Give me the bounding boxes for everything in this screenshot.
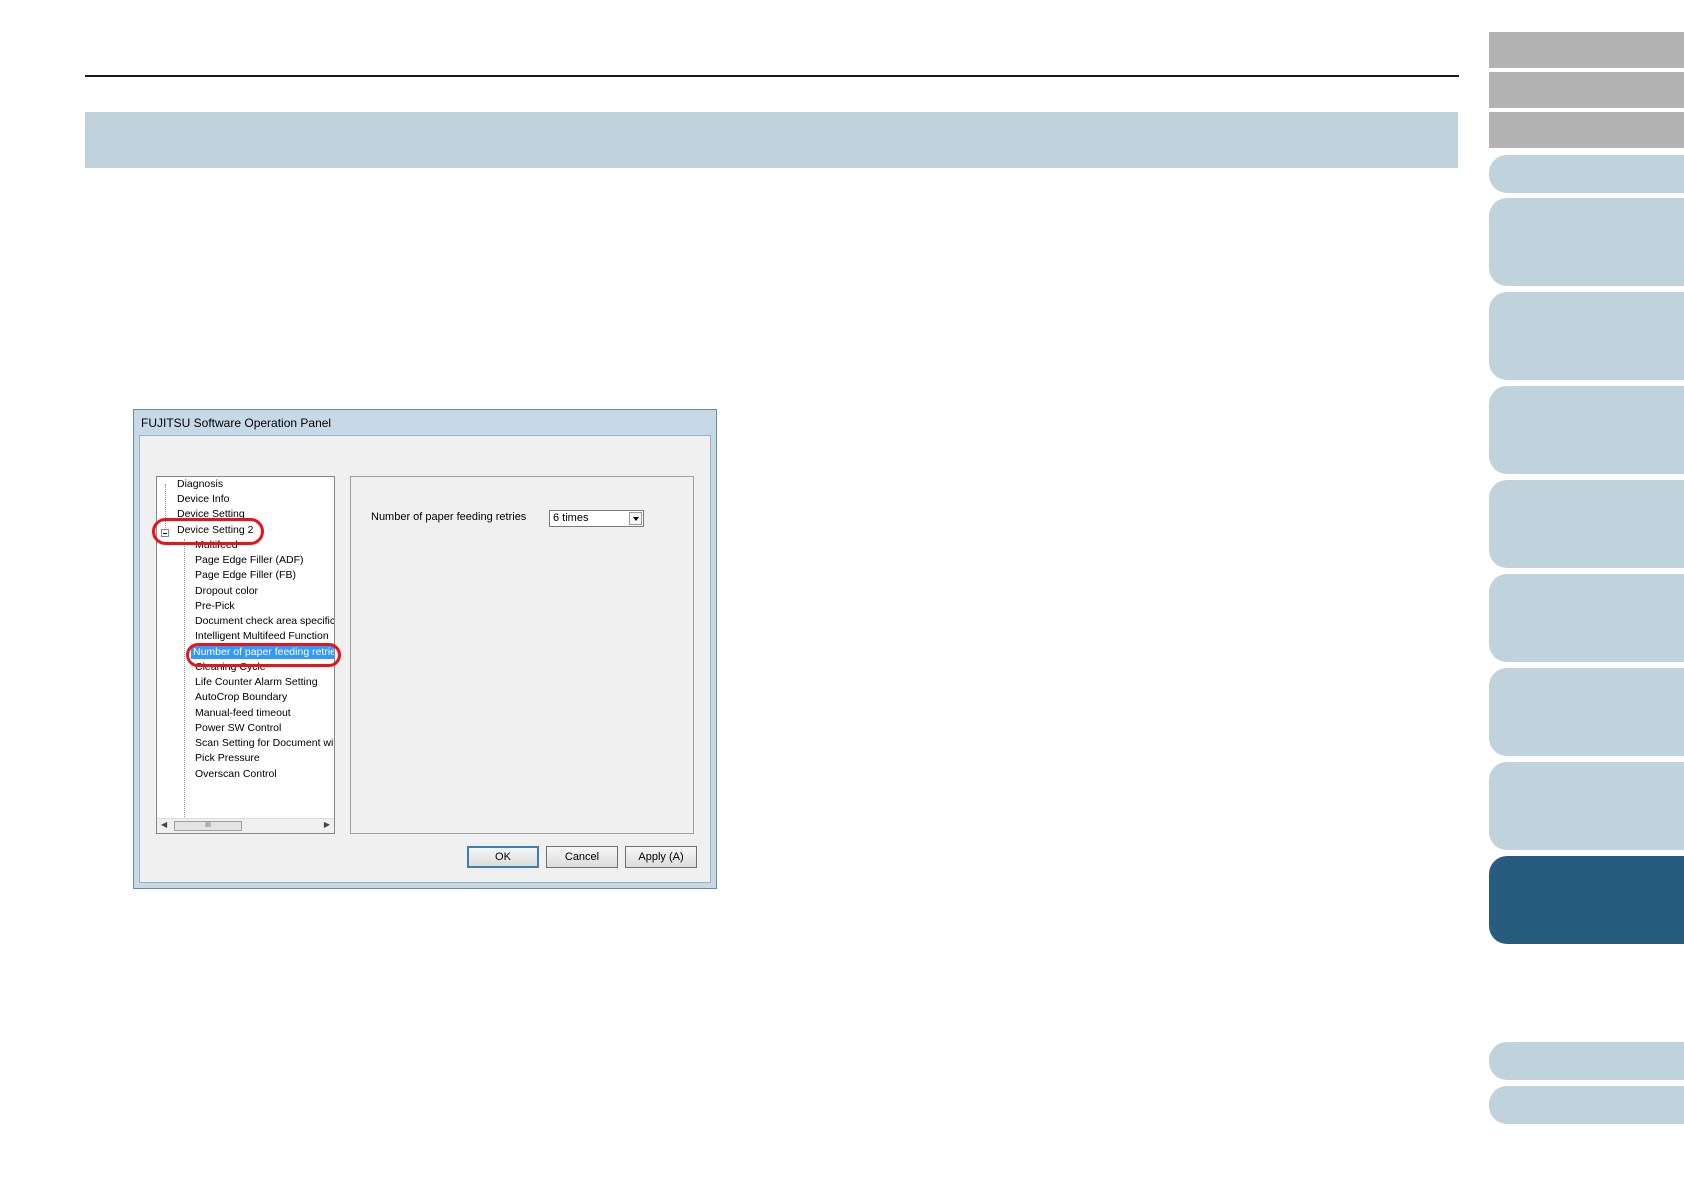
nav-tab-2[interactable] [1489, 198, 1684, 286]
nav-tab-active[interactable] [1489, 856, 1684, 944]
tree-connector [184, 539, 185, 827]
scroll-left-icon[interactable]: ◀ [161, 820, 167, 829]
nav-tab-8[interactable] [1489, 762, 1684, 850]
nav-tab-3[interactable] [1489, 292, 1684, 380]
tree-item-diagnosis[interactable]: Diagnosis [175, 477, 225, 491]
nav-tab-7[interactable] [1489, 668, 1684, 756]
highlight-ring-device-setting-2 [152, 518, 264, 545]
dialog-title: FUJITSU Software Operation Panel [141, 416, 332, 430]
retries-label: Number of paper feeding retries [371, 511, 527, 523]
tree-item-overscan-control[interactable]: Overscan Control [193, 767, 279, 781]
nav-tab-top-2[interactable] [1489, 72, 1684, 108]
nav-tab-bottom-2[interactable] [1489, 1086, 1684, 1124]
ok-button[interactable]: OK [467, 846, 539, 868]
tree-item-manual-feed-timeout[interactable]: Manual-feed timeout [193, 706, 293, 720]
scroll-right-icon[interactable]: ▶ [324, 820, 330, 829]
nav-tab-1[interactable] [1489, 155, 1684, 193]
nav-tab-4[interactable] [1489, 386, 1684, 474]
chevron-down-icon[interactable] [629, 512, 642, 525]
highlight-ring-paper-feeding-retries [186, 643, 341, 667]
tree-item-scan-setting[interactable]: Scan Setting for Document wit [193, 736, 334, 750]
section-title-band [85, 112, 1458, 168]
tree-item-document-check-area[interactable]: Document check area specific [193, 614, 334, 628]
tree-item-intelligent-multifeed[interactable]: Intelligent Multifeed Function [193, 629, 331, 643]
apply-button[interactable]: Apply (A) [625, 846, 697, 868]
tree-item-page-edge-filler-fb[interactable]: Page Edge Filler (FB) [193, 568, 298, 582]
tree-item-dropout-color[interactable]: Dropout color [193, 584, 260, 598]
tree-item-page-edge-filler-adf[interactable]: Page Edge Filler (ADF) [193, 553, 306, 567]
tree-item-pick-pressure[interactable]: Pick Pressure [193, 751, 262, 765]
tree-item-power-sw-control[interactable]: Power SW Control [193, 721, 283, 735]
tree-item-device-info[interactable]: Device Info [175, 492, 232, 506]
nav-tab-top-3[interactable] [1489, 112, 1684, 148]
nav-tab-5[interactable] [1489, 480, 1684, 568]
nav-tab-6[interactable] [1489, 574, 1684, 662]
tree-item-pre-pick[interactable]: Pre-Pick [193, 599, 237, 613]
nav-tab-top-1[interactable] [1489, 32, 1684, 68]
cancel-button[interactable]: Cancel [546, 846, 618, 868]
setting-panel: Number of paper feeding retries 6 times [350, 476, 694, 834]
tree-horizontal-scrollbar[interactable]: ◀ III ▶ [157, 818, 334, 833]
scroll-thumb[interactable]: III [174, 821, 242, 831]
tree-item-autocrop-boundary[interactable]: AutoCrop Boundary [193, 690, 289, 704]
retries-select[interactable]: 6 times [549, 510, 644, 527]
header-rule [85, 75, 1459, 77]
retries-select-value: 6 times [553, 512, 589, 524]
tree-item-life-counter-alarm[interactable]: Life Counter Alarm Setting [193, 675, 320, 689]
nav-tab-bottom-1[interactable] [1489, 1042, 1684, 1080]
